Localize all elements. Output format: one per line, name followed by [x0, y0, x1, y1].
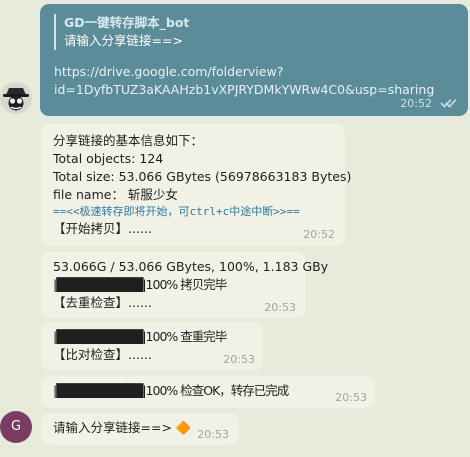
message-time: 20:53 — [335, 391, 367, 404]
bot-message: |██████████|100% 检查OK，转存已完成 20:53 — [41, 376, 375, 408]
reply-sender: GD一键转存脚本_bot — [64, 15, 190, 30]
link-line-2[interactable]: id=1DyfbTUZ3aKAAHzb1vXPJRYDMkYWRw4C0&usp… — [54, 81, 454, 99]
message-time: 20:53 — [223, 353, 255, 366]
message-time: 20:52 — [400, 97, 432, 110]
total-objects: Total objects: 124 — [53, 151, 164, 166]
bot-message: |██████████|100% 查重完毕 【比对检查】...... 20:53 — [41, 322, 263, 370]
bot-message: 分享链接的基本信息如下： Total objects: 124 Total si… — [41, 124, 352, 246]
reply-quote[interactable]: GD一键转存脚本_bot 请输入分享链接==> — [54, 14, 454, 50]
hacker-hat-avatar-icon[interactable] — [0, 82, 32, 114]
copy-progress: |██████████|100% 拷贝完毕 — [53, 277, 227, 292]
bot-message: 53.066G / 53.066 GBytes, 100%, 1.183 GBy… — [41, 252, 329, 318]
compare-check: 【比对检查】...... — [53, 347, 152, 362]
progress-size: 53.066G / 53.066 GBytes, 100%, 1.183 GBy — [53, 259, 329, 274]
message-time: 20:53 — [264, 301, 296, 314]
outgoing-message: GD一键转存脚本_bot 请输入分享链接==> https://drive.go… — [40, 4, 468, 116]
info-title: 分享链接的基本信息如下： — [53, 133, 204, 148]
bot-message: 请输入分享链接==> 🔶 20:53 — [41, 413, 239, 445]
drive-link[interactable]: https://drive.google.com/folderview? id=… — [54, 63, 454, 99]
file-name: file name： 斩服少女 — [53, 187, 178, 202]
dedupe-check: 【去重检查】...... — [53, 295, 152, 310]
total-size: Total size: 53.066 GBytes (56978663183 B… — [53, 169, 352, 184]
dedupe-progress: |██████████|100% 查重完毕 — [53, 329, 227, 344]
link-line-1[interactable]: https://drive.google.com/folderview? — [54, 63, 454, 81]
transfer-start-notice: ==<<极速转存即将开始，可ctrl+c中途中断>>== — [53, 205, 300, 218]
check-complete: |██████████|100% 检查OK，转存已完成 — [53, 383, 289, 398]
bot-initial: G — [10, 419, 22, 434]
copy-start: 【开始拷贝】...... — [53, 221, 152, 236]
read-double-check-icon — [440, 98, 457, 108]
bot-avatar[interactable]: G — [0, 411, 32, 443]
message-time: 20:52 — [303, 228, 335, 241]
message-time: 20:53 — [197, 428, 229, 441]
reply-text: 请输入分享链接==> — [64, 33, 183, 48]
